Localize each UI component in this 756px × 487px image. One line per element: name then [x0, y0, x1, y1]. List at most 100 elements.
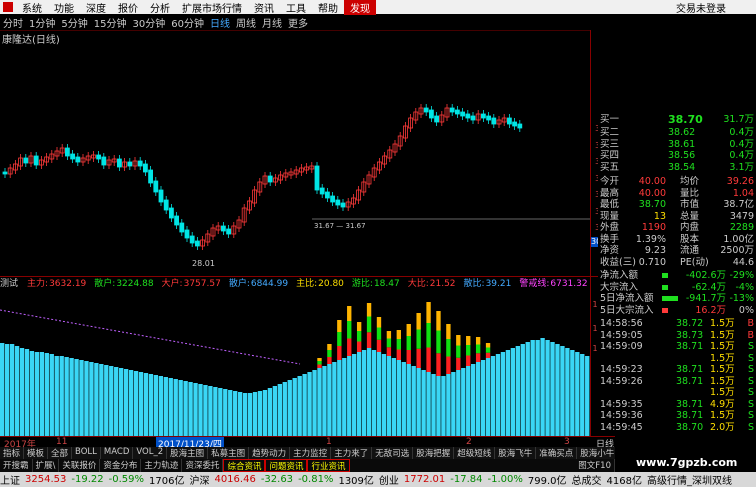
indicator-item: 警戒线:6731.32: [519, 279, 588, 289]
function-tab[interactable]: 开搜霸: [0, 459, 33, 472]
indicator-bar: [213, 387, 218, 436]
indicator-orange: [337, 320, 342, 332]
indicator-bar: [163, 377, 168, 436]
indicator-tab[interactable]: MACD: [101, 447, 134, 459]
indicator-bar: [133, 371, 139, 436]
indicator-tab[interactable]: 股海飞牛: [495, 447, 537, 459]
indicator-tab[interactable]: 私募主图: [208, 447, 250, 459]
indicator-orange: [347, 306, 352, 321]
indicator-bar: [173, 379, 178, 436]
indicator-bar: [64, 357, 69, 436]
period-tab[interactable]: 1分钟: [26, 15, 58, 30]
function-tab[interactable]: 资金分布: [100, 459, 142, 472]
indicator-bar: [475, 362, 481, 436]
function-tab[interactable]: 问题资讯: [265, 459, 308, 472]
indicator-bar: [560, 346, 565, 436]
menu-item[interactable]: 工具: [280, 0, 312, 15]
indicator-bar: [4, 344, 10, 436]
period-tab[interactable]: 15分钟: [91, 15, 130, 30]
indicator-tab[interactable]: 主力来了: [331, 447, 373, 459]
indicator-tab[interactable]: 模板: [24, 447, 49, 459]
indicator-tab[interactable]: 股海主图: [167, 447, 209, 459]
period-tab[interactable]: 日线: [207, 15, 233, 30]
period-tab[interactable]: 更多: [285, 15, 311, 30]
indicator-bar: [500, 352, 506, 436]
stat-row: 今开 40.00 均价 39.26: [600, 176, 754, 187]
candle-body: [127, 161, 133, 167]
indicator-bar: [104, 365, 109, 436]
indicator-bar: [436, 376, 441, 436]
function-tab[interactable]: 综合资讯: [223, 459, 266, 472]
indicator-tab[interactable]: 无敌司选: [372, 447, 414, 459]
indicator-bar: [535, 340, 540, 436]
menu-item[interactable]: 资讯: [248, 0, 280, 15]
login-status[interactable]: 交易未登录: [670, 0, 756, 15]
candle-body: [506, 117, 512, 125]
indicator-green: [466, 345, 471, 356]
candle-body: [194, 240, 200, 247]
candle-body: [168, 207, 174, 219]
indicator-orange: [466, 336, 471, 345]
period-tab[interactable]: 5分钟: [58, 15, 90, 30]
bid-row: 买四 38.56 0.4万: [600, 150, 754, 161]
candle-body: [137, 160, 143, 167]
indicator-tab[interactable]: 趋势动力: [249, 447, 291, 459]
indicator-green: [317, 361, 322, 365]
menu-item[interactable]: 深度: [80, 0, 112, 15]
indicator-tab[interactable]: 主力监控: [290, 447, 332, 459]
status-item: 4016.46: [214, 474, 256, 485]
period-tab[interactable]: 60分钟: [168, 15, 207, 30]
menu-item[interactable]: 发现: [344, 0, 376, 15]
indicator-tab[interactable]: 全部: [48, 447, 73, 459]
menu-item[interactable]: 帮助: [312, 0, 344, 15]
f10-tab[interactable]: 图文F10: [575, 459, 615, 472]
function-tab[interactable]: 资深委托: [182, 459, 224, 472]
indicator-tab[interactable]: 股海把握: [413, 447, 455, 459]
candle-body: [96, 154, 101, 160]
bid-row: 买一 38.70 31.7万: [600, 113, 754, 126]
indicator-bar: [342, 358, 347, 436]
indicator-orange: [436, 311, 441, 331]
indicator-orange: [376, 317, 382, 328]
indicator-red: [386, 347, 392, 356]
candle-body: [470, 115, 476, 121]
tick-row: 1.5万 S: [710, 387, 754, 398]
indicator-tab[interactable]: BOLL: [72, 447, 101, 459]
function-tab[interactable]: 主力轨迹: [141, 459, 183, 472]
function-tab[interactable]: 行业资讯: [307, 459, 350, 472]
indicator-item: 主力:3632.19: [27, 279, 87, 289]
indicator-tab[interactable]: 超级短线: [454, 447, 496, 459]
indicator-item: 大比:21.52: [407, 279, 456, 289]
indicator-bar: [570, 350, 575, 436]
indicator-red: [327, 357, 332, 364]
function-tab[interactable]: 扩展\: [33, 459, 60, 472]
indicator-tab[interactable]: 指标: [0, 447, 25, 459]
indicator-tab[interactable]: 准确买点: [536, 447, 578, 459]
status-item: 3254.53: [25, 474, 67, 485]
period-tab[interactable]: 月线: [259, 15, 285, 30]
period-tab[interactable]: 分时: [0, 15, 26, 30]
candle-body: [486, 115, 492, 121]
tick-row: 14:59:35 38.71 4.9万 S: [600, 398, 754, 410]
menu-item[interactable]: 扩展市场行情: [176, 0, 248, 15]
period-tab[interactable]: 周线: [233, 15, 259, 30]
menu-item[interactable]: 系统: [16, 0, 48, 15]
status-item: 4168亿: [606, 476, 642, 487]
indicator-tab[interactable]: VOL_2: [133, 447, 168, 459]
indicator-bar: [34, 352, 40, 436]
flow-bar: [662, 273, 668, 278]
indicator-green: [376, 327, 382, 340]
indicator-bar: [540, 338, 545, 436]
indicator-tab[interactable]: 股海小牛: [577, 447, 615, 459]
period-tab[interactable]: 30分钟: [129, 15, 168, 30]
indicator-bar: [262, 390, 268, 436]
indicator-bar: [361, 350, 367, 436]
indicator-green: [416, 329, 421, 349]
candle-body: [163, 199, 169, 211]
status-item: 1772.01: [403, 474, 446, 485]
menu-item[interactable]: 功能: [48, 0, 80, 15]
indicator-item: 散户:3224.88: [94, 279, 154, 289]
function-tab[interactable]: 关联报价: [59, 459, 101, 472]
menu-item[interactable]: 分析: [144, 0, 176, 15]
menu-item[interactable]: 报价: [112, 0, 144, 15]
